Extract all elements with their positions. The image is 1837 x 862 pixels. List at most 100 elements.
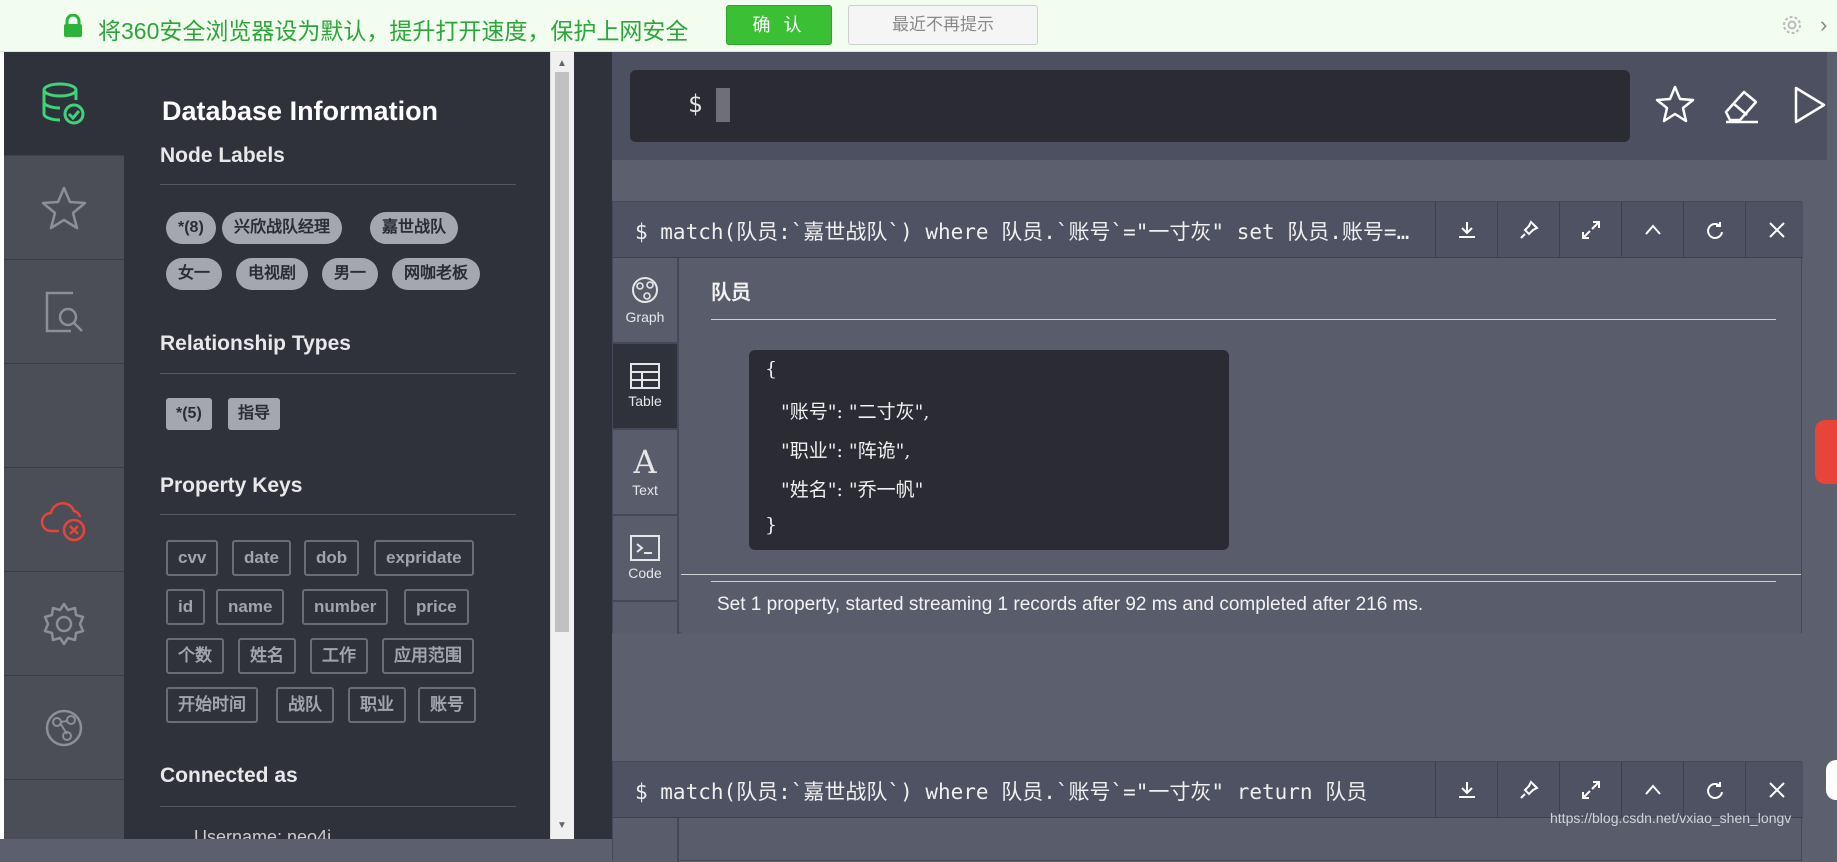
node-label-tag[interactable]: 嘉世战队 [370, 212, 459, 244]
property-key-tag[interactable]: 工作 [310, 638, 368, 674]
nav-empty-slot [4, 364, 124, 468]
relationship-type-tag[interactable]: *(5) [166, 398, 212, 430]
tab-label: Table [628, 393, 662, 409]
property-key-tag[interactable]: expridate [374, 540, 474, 576]
settings-icon [43, 602, 85, 645]
connected-as-heading: Connected as [160, 764, 298, 787]
tab-graph[interactable]: Graph [613, 258, 677, 344]
close-frame-button[interactable] [1745, 202, 1807, 258]
pin-button[interactable] [1497, 202, 1559, 258]
record-cell[interactable]: { "账号": "二寸灰", "职业": "阵诡", "姓名": "乔一帆" } [749, 350, 1229, 550]
download-icon [1458, 222, 1475, 238]
property-key-tag[interactable]: dob [304, 540, 360, 576]
tab-code[interactable]: Code [613, 516, 677, 602]
node-label-tag[interactable]: 电视剧 [236, 258, 309, 290]
tab-label: Code [628, 565, 662, 581]
download-button[interactable] [1435, 202, 1497, 258]
property-key-tag[interactable]: 个数 [166, 638, 224, 674]
main-stream: $ $ match(队员:`嘉世战队`) where 队员.`账号`="一寸灰"… [612, 52, 1837, 862]
property-keys-heading: Property Keys [160, 474, 303, 497]
drawer-scrollbar[interactable]: ▲ ▼ [550, 52, 574, 839]
default-browser-message: 将360安全浏览器设为默认，提升打开速度，保护上网安全 [98, 18, 689, 44]
property-key-tag[interactable]: id [166, 589, 206, 625]
scroll-down-arrow-icon[interactable]: ▼ [557, 820, 567, 831]
lock-icon [64, 14, 82, 37]
property-key-tag[interactable]: 账号 [418, 687, 476, 723]
nav-database-info[interactable] [4, 52, 124, 156]
fullscreen-button[interactable] [1559, 202, 1621, 258]
expand-icon [1581, 221, 1600, 239]
frame-query[interactable]: $ match(队员:`嘉世战队`) where 队员.`账号`="一寸灰" s… [635, 216, 1435, 246]
frame-header: $ match(队员:`嘉世战队`) where 队员.`账号`="一寸灰" s… [613, 202, 1803, 258]
nav-documents[interactable] [4, 260, 124, 364]
nav-connection-status[interactable] [4, 468, 124, 572]
property-key-tag[interactable]: price [404, 589, 469, 625]
download-icon [1458, 782, 1475, 798]
view-tabs [613, 818, 679, 862]
nav-settings[interactable] [4, 572, 124, 676]
node-label-tag[interactable]: 兴欣战队经理 [222, 212, 343, 244]
record-line: } [765, 514, 778, 536]
divider [160, 184, 516, 185]
nav-about[interactable] [4, 676, 124, 780]
frame-query[interactable]: $ match(队员:`嘉世战队`) where 队员.`账号`="一寸灰" r… [635, 776, 1435, 806]
node-label-tag[interactable]: 网咖老板 [392, 258, 481, 290]
record-line: "职业": "阵诡", [781, 440, 911, 462]
rerun-button[interactable] [1683, 202, 1745, 258]
editor-prompt: $ [688, 90, 703, 118]
tab-table[interactable]: Table [613, 344, 677, 430]
watermark: https://blog.csdn.net/vxiao_shen_longv [1550, 810, 1792, 826]
text-cursor [716, 88, 730, 122]
floating-promo-badge[interactable] [1815, 420, 1837, 484]
scrollbar-thumb[interactable] [555, 72, 569, 632]
close-icon [1768, 782, 1785, 798]
gear-icon[interactable] [1780, 13, 1804, 37]
property-key-tag[interactable]: 职业 [348, 687, 406, 723]
tab-label: Graph [625, 309, 665, 325]
tab-text[interactable]: A Text [613, 430, 677, 516]
sidebar-nav [4, 52, 124, 839]
graph-icon [632, 277, 658, 303]
scroll-up-arrow-icon[interactable]: ▲ [557, 58, 567, 69]
confirm-button[interactable]: 确 认 [726, 5, 832, 45]
chevron-right-icon[interactable]: › [1820, 12, 1827, 38]
dont-remind-button[interactable]: 最近不再提示 [848, 5, 1038, 45]
cypher-editor[interactable]: $ [630, 70, 1630, 142]
property-key-tag[interactable]: name [216, 589, 285, 625]
property-key-tag[interactable]: date [232, 540, 291, 576]
cloud-error-icon [40, 501, 86, 541]
search-document-icon [45, 291, 83, 332]
column-header: 队员 [711, 282, 751, 304]
record-line: "账号": "二寸灰", [781, 401, 930, 423]
divider [160, 806, 516, 807]
property-key-tag[interactable]: 开始时间 [166, 687, 258, 723]
status-bar: Set 1 property, started streaming 1 reco… [681, 574, 1801, 634]
node-label-tag[interactable]: 女一 [166, 258, 223, 290]
floating-side-tab[interactable] [1826, 760, 1837, 800]
property-key-tag[interactable]: 战队 [276, 687, 334, 723]
code-icon [630, 535, 660, 561]
nav-favorites[interactable] [4, 156, 124, 260]
close-icon [1768, 222, 1785, 238]
download-button[interactable] [1435, 762, 1497, 818]
property-key-tag[interactable]: cvv [166, 540, 219, 576]
pin-icon [1519, 220, 1539, 239]
favorite-star-icon[interactable] [1654, 84, 1696, 126]
relationship-type-tag[interactable]: 指导 [228, 398, 281, 430]
node-label-tag[interactable]: 男一 [322, 258, 379, 290]
eraser-icon[interactable] [1720, 84, 1762, 126]
pin-icon [1519, 780, 1539, 799]
expand-icon [1581, 781, 1600, 799]
property-key-tag[interactable]: 应用范围 [382, 638, 474, 674]
property-key-tag[interactable]: 姓名 [238, 638, 296, 674]
database-info-drawer: Database Information Node Labels *(8) 兴欣… [124, 52, 550, 839]
node-label-tag[interactable]: *(8) [166, 212, 216, 244]
collapse-button[interactable] [1621, 202, 1683, 258]
collapse-icon [1644, 224, 1661, 235]
play-icon[interactable] [1788, 84, 1830, 126]
view-tabs: Graph Table A Text Code [613, 258, 679, 634]
database-icon [42, 82, 85, 124]
table-view: 队员 { "账号": "二寸灰", "职业": "阵诡", "姓名": "乔一帆… [681, 258, 1801, 634]
property-key-tag[interactable]: number [302, 589, 389, 625]
neo4j-logo-icon [45, 709, 83, 746]
